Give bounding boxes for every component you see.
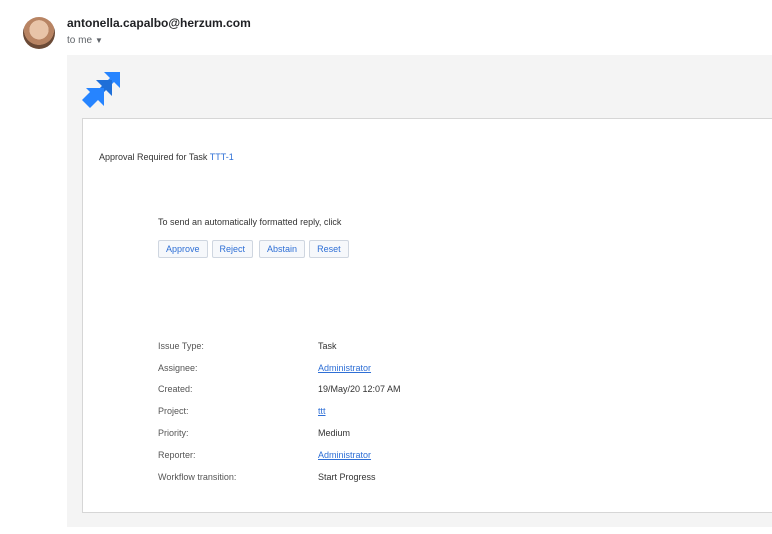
- reply-instruction: To send an automatically formatted reply…: [158, 217, 342, 227]
- recipient-label: to me: [67, 35, 93, 46]
- approval-heading-text: Approval Required for Task: [99, 152, 208, 162]
- detail-row-assignee: Assignee: Administrator: [158, 357, 558, 379]
- email-body: Approval Required for Task TTT-1 To send…: [67, 55, 772, 527]
- sender-avatar[interactable]: [23, 17, 55, 49]
- detail-label: Assignee:: [158, 362, 198, 373]
- reset-button[interactable]: Reset: [309, 240, 349, 258]
- approval-heading: Approval Required for Task TTT-1: [99, 152, 234, 162]
- project-link[interactable]: ttt: [318, 406, 326, 416]
- detail-value-priority: Medium: [318, 428, 351, 439]
- abstain-button[interactable]: Abstain: [259, 240, 306, 258]
- detail-value-created: 19/May/20 12:07 AM: [318, 384, 401, 395]
- reply-buttons: Approve Reject Abstain Reset: [158, 240, 349, 258]
- jira-logo-icon: [82, 72, 120, 108]
- approve-button[interactable]: Approve: [158, 240, 208, 258]
- detail-row-priority: Priority: Medium: [158, 422, 558, 444]
- detail-label: Priority:: [158, 428, 189, 439]
- jira-notification-card: Approval Required for Task TTT-1 To send…: [82, 118, 772, 513]
- recipient-details-toggle[interactable]: to me ▼: [67, 35, 103, 46]
- reject-button[interactable]: Reject: [211, 240, 254, 258]
- detail-label: Reporter:: [158, 449, 196, 460]
- detail-label: Project:: [158, 406, 189, 417]
- detail-row-reporter: Reporter: Administrator: [158, 444, 558, 466]
- caret-down-icon: ▼: [95, 36, 103, 45]
- detail-value-workflow-transition: Start Progress: [318, 471, 376, 482]
- detail-row-workflow-transition: Workflow transition: Start Progress: [158, 466, 558, 488]
- detail-row-issue-type: Issue Type: Task: [158, 335, 558, 357]
- task-link[interactable]: TTT-1: [210, 152, 234, 162]
- detail-label: Created:: [158, 384, 193, 395]
- reporter-link[interactable]: Administrator: [318, 450, 371, 460]
- detail-label: Workflow transition:: [158, 471, 237, 482]
- assignee-link[interactable]: Administrator: [318, 363, 371, 373]
- issue-details: Issue Type: Task Assignee: Administrator…: [158, 335, 558, 488]
- detail-row-project: Project: ttt: [158, 400, 558, 422]
- sender-email[interactable]: antonella.capalbo@herzum.com: [67, 16, 251, 30]
- detail-label: Issue Type:: [158, 340, 204, 351]
- detail-value-issue-type: Task: [318, 340, 337, 351]
- detail-row-created: Created: 19/May/20 12:07 AM: [158, 379, 558, 401]
